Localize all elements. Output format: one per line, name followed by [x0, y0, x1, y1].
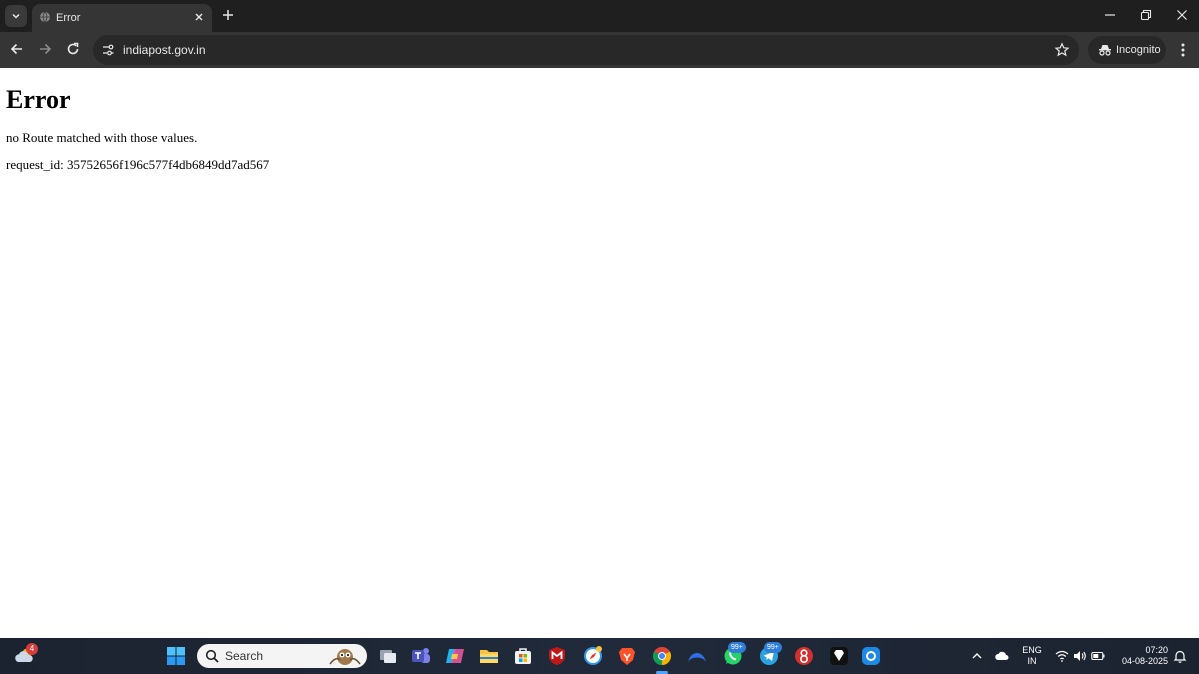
browser-toolbar: indiapost.gov.in Incognito [0, 32, 1199, 68]
site-settings-icon[interactable] [101, 43, 115, 57]
safari-browser-icon[interactable] [582, 645, 604, 667]
red-app-icon[interactable] [793, 645, 815, 667]
tab-search-button[interactable] [5, 5, 27, 27]
input-language-indicator[interactable]: ENG IN [1019, 645, 1045, 667]
clock-time: 07:20 [1145, 645, 1168, 655]
browser-tab-strip: Error [0, 0, 1199, 32]
windows-start-icon[interactable] [166, 646, 186, 666]
language-code: ENG [1022, 645, 1042, 655]
address-bar[interactable]: indiapost.gov.in [93, 35, 1079, 65]
minimize-icon[interactable] [1104, 9, 1116, 21]
search-icon [205, 649, 219, 663]
weather-badge: 4 [26, 643, 38, 655]
globe-icon [39, 11, 51, 23]
error-message: no Route matched with those values. [6, 130, 198, 145]
bookmark-star-icon[interactable] [1054, 42, 1070, 58]
new-tab-icon[interactable] [221, 8, 235, 22]
taskbar: 4 Search 99+ 99+ ENG IN 07:20 04-08-2025 [0, 638, 1199, 674]
teams-icon[interactable] [410, 645, 432, 667]
mcafee-icon[interactable] [546, 645, 568, 667]
search-highlight-owl-icon [328, 646, 362, 666]
error-heading: Error [6, 85, 71, 114]
page-content: Error no Route matched with those values… [0, 68, 1199, 638]
url-text[interactable]: indiapost.gov.in [123, 43, 206, 57]
onedrive-cloud-icon[interactable] [995, 650, 1009, 662]
battery-icon[interactable] [1091, 650, 1105, 662]
incognito-indicator[interactable]: Incognito [1088, 36, 1166, 64]
taskbar-search[interactable]: Search [197, 644, 367, 668]
wifi-icon[interactable] [1055, 650, 1069, 662]
incognito-label: Incognito [1116, 44, 1161, 56]
system-clock[interactable]: 07:20 04-08-2025 [1112, 645, 1168, 667]
notification-bell-icon[interactable] [1173, 649, 1187, 663]
request-id: request_id: 35752656f196c577f4db6849dd7a… [6, 157, 270, 172]
microsoft-store-icon[interactable] [512, 645, 534, 667]
gem-app-icon[interactable] [828, 645, 850, 667]
region-code: IN [1027, 656, 1037, 666]
task-view-icon[interactable] [377, 645, 399, 667]
chevron-down-icon [11, 11, 21, 21]
brave-browser-icon[interactable] [616, 645, 638, 667]
show-hidden-icons-chevron-icon[interactable] [971, 650, 983, 662]
blue-shield-app-icon[interactable] [860, 645, 882, 667]
copilot-icon[interactable] [444, 645, 466, 667]
active-tab[interactable]: Error [32, 4, 212, 32]
clock-date: 04-08-2025 [1121, 656, 1168, 666]
arc-app-icon[interactable] [686, 645, 708, 667]
search-placeholder: Search [225, 649, 264, 663]
reload-icon[interactable] [65, 41, 81, 57]
forward-arrow-icon[interactable] [37, 41, 53, 57]
tab-title: Error [56, 12, 81, 24]
restore-icon[interactable] [1140, 9, 1152, 21]
incognito-icon [1098, 44, 1112, 56]
more-options-icon[interactable] [1176, 42, 1190, 58]
whatsapp-unread-badge: 99+ [728, 642, 746, 653]
volume-icon[interactable] [1073, 650, 1087, 662]
chrome-icon[interactable] [651, 645, 673, 667]
close-window-icon[interactable] [1176, 9, 1188, 21]
back-arrow-icon[interactable] [9, 41, 25, 57]
telegram-unread-badge: 99+ [764, 642, 782, 653]
close-tab-icon[interactable] [192, 10, 206, 24]
file-explorer-icon[interactable] [478, 645, 500, 667]
